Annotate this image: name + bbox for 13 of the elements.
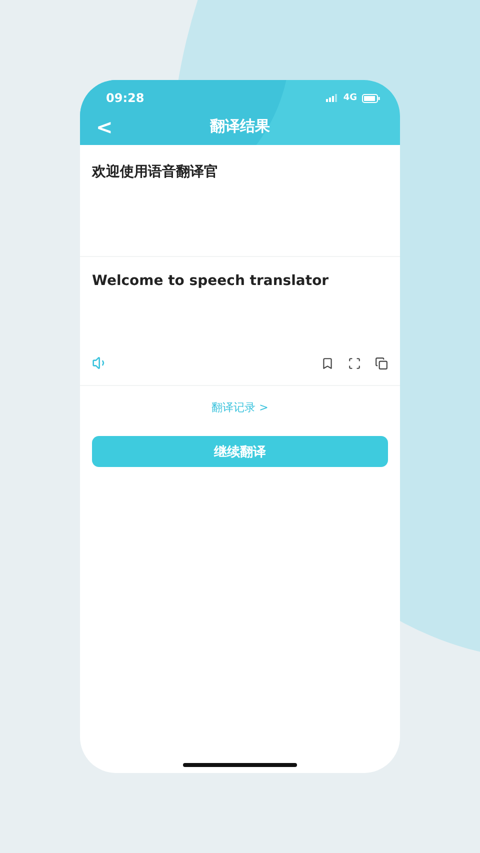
bookmark-icon[interactable] [321, 356, 334, 370]
translated-text: Welcome to speech translator [92, 273, 330, 289]
source-text: 欢迎使用语音翻译官 [92, 163, 219, 181]
network-label: 4G [343, 93, 357, 103]
continue-button[interactable]: 继续翻译 [92, 436, 388, 467]
signal-icon [326, 94, 338, 102]
battery-icon [362, 94, 380, 102]
status-time: 09:28 [106, 91, 144, 105]
back-button[interactable]: < [92, 114, 117, 138]
fullscreen-icon[interactable] [348, 356, 361, 370]
copy-icon[interactable] [375, 356, 388, 370]
history-link[interactable]: 翻译记录 > [212, 400, 268, 415]
page-title: 翻译结果 [210, 117, 270, 136]
